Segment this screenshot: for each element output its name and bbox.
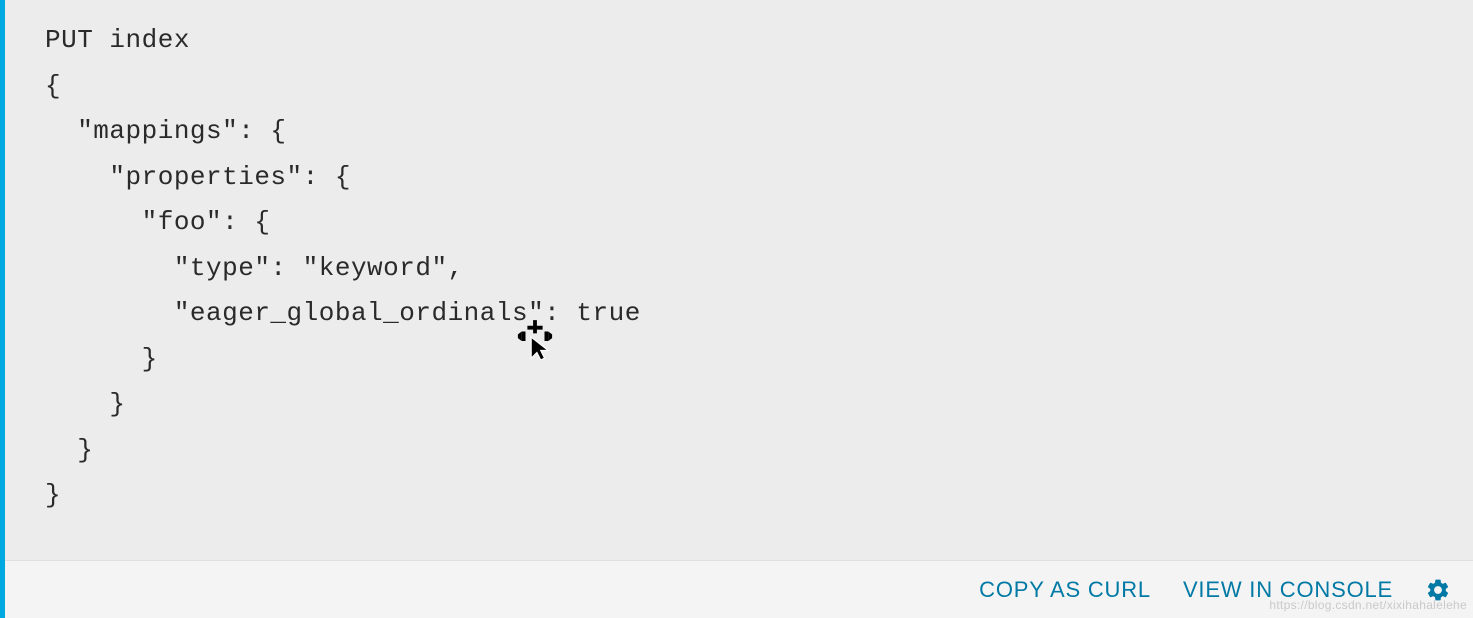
code-line: "type": "keyword", bbox=[45, 253, 464, 283]
code-line: PUT index bbox=[45, 25, 190, 55]
code-line: { bbox=[45, 71, 61, 101]
code-line: "eager_global_ordinals": true bbox=[45, 298, 641, 328]
code-line: } bbox=[45, 480, 61, 510]
action-bar: COPY AS CURL VIEW IN CONSOLE bbox=[5, 560, 1473, 618]
code-line: } bbox=[45, 389, 126, 419]
code-snippet-block: PUT index { "mappings": { "properties": … bbox=[0, 0, 1473, 618]
code-line: "properties": { bbox=[45, 162, 351, 192]
code-line: } bbox=[45, 435, 93, 465]
code-line: "mappings": { bbox=[45, 116, 287, 146]
code-line: } bbox=[45, 344, 158, 374]
code-content[interactable]: PUT index { "mappings": { "properties": … bbox=[5, 0, 1473, 560]
watermark-text: https://blog.csdn.net/xixihahalelehe bbox=[1269, 598, 1467, 612]
copy-as-curl-button[interactable]: COPY AS CURL bbox=[979, 577, 1151, 603]
code-line: "foo": { bbox=[45, 207, 270, 237]
